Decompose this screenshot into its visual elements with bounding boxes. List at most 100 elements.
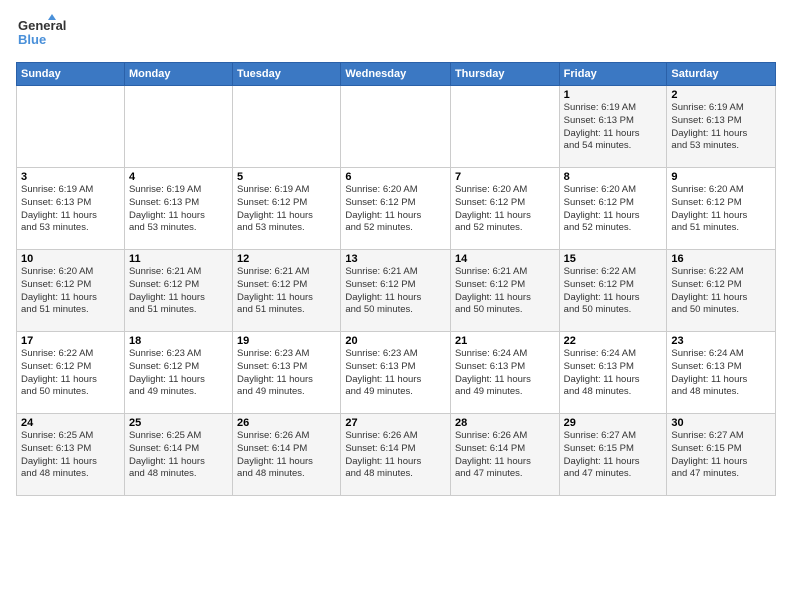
header: General Blue xyxy=(16,12,776,52)
day-number: 5 xyxy=(237,171,336,183)
day-number: 13 xyxy=(345,253,446,265)
day-info: Sunrise: 6:25 AM Sunset: 6:14 PM Dayligh… xyxy=(129,430,228,481)
day-info: Sunrise: 6:24 AM Sunset: 6:13 PM Dayligh… xyxy=(455,348,555,399)
day-number: 11 xyxy=(129,253,228,265)
day-cell: 18Sunrise: 6:23 AM Sunset: 6:12 PM Dayli… xyxy=(124,332,232,414)
header-cell-friday: Friday xyxy=(559,63,667,86)
day-number: 1 xyxy=(564,89,663,101)
day-cell: 10Sunrise: 6:20 AM Sunset: 6:12 PM Dayli… xyxy=(17,250,125,332)
day-number: 9 xyxy=(671,171,771,183)
day-number: 25 xyxy=(129,417,228,429)
day-cell xyxy=(17,86,125,168)
day-info: Sunrise: 6:26 AM Sunset: 6:14 PM Dayligh… xyxy=(237,430,336,481)
day-number: 8 xyxy=(564,171,663,183)
day-number: 22 xyxy=(564,335,663,347)
header-cell-monday: Monday xyxy=(124,63,232,86)
day-number: 28 xyxy=(455,417,555,429)
day-info: Sunrise: 6:19 AM Sunset: 6:13 PM Dayligh… xyxy=(564,102,663,153)
day-cell: 9Sunrise: 6:20 AM Sunset: 6:12 PM Daylig… xyxy=(667,168,776,250)
day-info: Sunrise: 6:20 AM Sunset: 6:12 PM Dayligh… xyxy=(21,266,120,317)
day-info: Sunrise: 6:27 AM Sunset: 6:15 PM Dayligh… xyxy=(564,430,663,481)
day-cell: 4Sunrise: 6:19 AM Sunset: 6:13 PM Daylig… xyxy=(124,168,232,250)
day-number: 19 xyxy=(237,335,336,347)
day-cell: 8Sunrise: 6:20 AM Sunset: 6:12 PM Daylig… xyxy=(559,168,667,250)
day-cell: 27Sunrise: 6:26 AM Sunset: 6:14 PM Dayli… xyxy=(341,414,451,496)
header-cell-tuesday: Tuesday xyxy=(233,63,341,86)
day-info: Sunrise: 6:22 AM Sunset: 6:12 PM Dayligh… xyxy=(564,266,663,317)
day-info: Sunrise: 6:19 AM Sunset: 6:13 PM Dayligh… xyxy=(21,184,120,235)
logo: General Blue xyxy=(16,12,86,52)
day-number: 12 xyxy=(237,253,336,265)
day-info: Sunrise: 6:26 AM Sunset: 6:14 PM Dayligh… xyxy=(345,430,446,481)
day-info: Sunrise: 6:20 AM Sunset: 6:12 PM Dayligh… xyxy=(455,184,555,235)
day-number: 16 xyxy=(671,253,771,265)
day-number: 15 xyxy=(564,253,663,265)
day-cell: 1Sunrise: 6:19 AM Sunset: 6:13 PM Daylig… xyxy=(559,86,667,168)
day-number: 14 xyxy=(455,253,555,265)
day-cell: 22Sunrise: 6:24 AM Sunset: 6:13 PM Dayli… xyxy=(559,332,667,414)
day-number: 24 xyxy=(21,417,120,429)
day-cell: 30Sunrise: 6:27 AM Sunset: 6:15 PM Dayli… xyxy=(667,414,776,496)
calendar-table: SundayMondayTuesdayWednesdayThursdayFrid… xyxy=(16,62,776,496)
day-cell: 28Sunrise: 6:26 AM Sunset: 6:14 PM Dayli… xyxy=(450,414,559,496)
day-number: 23 xyxy=(671,335,771,347)
day-info: Sunrise: 6:27 AM Sunset: 6:15 PM Dayligh… xyxy=(671,430,771,481)
week-row-0: 1Sunrise: 6:19 AM Sunset: 6:13 PM Daylig… xyxy=(17,86,776,168)
day-number: 7 xyxy=(455,171,555,183)
day-info: Sunrise: 6:21 AM Sunset: 6:12 PM Dayligh… xyxy=(129,266,228,317)
day-number: 21 xyxy=(455,335,555,347)
day-cell: 3Sunrise: 6:19 AM Sunset: 6:13 PM Daylig… xyxy=(17,168,125,250)
day-cell: 13Sunrise: 6:21 AM Sunset: 6:12 PM Dayli… xyxy=(341,250,451,332)
day-cell: 16Sunrise: 6:22 AM Sunset: 6:12 PM Dayli… xyxy=(667,250,776,332)
day-info: Sunrise: 6:21 AM Sunset: 6:12 PM Dayligh… xyxy=(455,266,555,317)
day-info: Sunrise: 6:19 AM Sunset: 6:12 PM Dayligh… xyxy=(237,184,336,235)
week-row-3: 17Sunrise: 6:22 AM Sunset: 6:12 PM Dayli… xyxy=(17,332,776,414)
day-cell: 21Sunrise: 6:24 AM Sunset: 6:13 PM Dayli… xyxy=(450,332,559,414)
header-cell-thursday: Thursday xyxy=(450,63,559,86)
day-info: Sunrise: 6:20 AM Sunset: 6:12 PM Dayligh… xyxy=(345,184,446,235)
day-cell: 15Sunrise: 6:22 AM Sunset: 6:12 PM Dayli… xyxy=(559,250,667,332)
day-number: 26 xyxy=(237,417,336,429)
day-cell: 20Sunrise: 6:23 AM Sunset: 6:13 PM Dayli… xyxy=(341,332,451,414)
day-info: Sunrise: 6:24 AM Sunset: 6:13 PM Dayligh… xyxy=(564,348,663,399)
day-info: Sunrise: 6:20 AM Sunset: 6:12 PM Dayligh… xyxy=(671,184,771,235)
day-cell xyxy=(124,86,232,168)
day-number: 27 xyxy=(345,417,446,429)
day-info: Sunrise: 6:22 AM Sunset: 6:12 PM Dayligh… xyxy=(21,348,120,399)
day-cell: 17Sunrise: 6:22 AM Sunset: 6:12 PM Dayli… xyxy=(17,332,125,414)
day-number: 30 xyxy=(671,417,771,429)
header-cell-sunday: Sunday xyxy=(17,63,125,86)
day-cell: 5Sunrise: 6:19 AM Sunset: 6:12 PM Daylig… xyxy=(233,168,341,250)
day-cell xyxy=(341,86,451,168)
day-cell: 14Sunrise: 6:21 AM Sunset: 6:12 PM Dayli… xyxy=(450,250,559,332)
day-cell: 29Sunrise: 6:27 AM Sunset: 6:15 PM Dayli… xyxy=(559,414,667,496)
day-cell: 11Sunrise: 6:21 AM Sunset: 6:12 PM Dayli… xyxy=(124,250,232,332)
day-info: Sunrise: 6:25 AM Sunset: 6:13 PM Dayligh… xyxy=(21,430,120,481)
day-cell: 2Sunrise: 6:19 AM Sunset: 6:13 PM Daylig… xyxy=(667,86,776,168)
day-info: Sunrise: 6:19 AM Sunset: 6:13 PM Dayligh… xyxy=(129,184,228,235)
main-container: General Blue SundayMondayTuesdayWednesda… xyxy=(0,0,792,508)
svg-text:General: General xyxy=(18,18,66,33)
day-cell: 12Sunrise: 6:21 AM Sunset: 6:12 PM Dayli… xyxy=(233,250,341,332)
day-number: 2 xyxy=(671,89,771,101)
day-info: Sunrise: 6:23 AM Sunset: 6:12 PM Dayligh… xyxy=(129,348,228,399)
day-cell: 25Sunrise: 6:25 AM Sunset: 6:14 PM Dayli… xyxy=(124,414,232,496)
day-number: 3 xyxy=(21,171,120,183)
week-row-4: 24Sunrise: 6:25 AM Sunset: 6:13 PM Dayli… xyxy=(17,414,776,496)
day-cell: 26Sunrise: 6:26 AM Sunset: 6:14 PM Dayli… xyxy=(233,414,341,496)
day-number: 10 xyxy=(21,253,120,265)
day-number: 20 xyxy=(345,335,446,347)
day-cell xyxy=(450,86,559,168)
day-number: 29 xyxy=(564,417,663,429)
day-info: Sunrise: 6:23 AM Sunset: 6:13 PM Dayligh… xyxy=(237,348,336,399)
day-cell: 24Sunrise: 6:25 AM Sunset: 6:13 PM Dayli… xyxy=(17,414,125,496)
week-row-1: 3Sunrise: 6:19 AM Sunset: 6:13 PM Daylig… xyxy=(17,168,776,250)
day-cell: 6Sunrise: 6:20 AM Sunset: 6:12 PM Daylig… xyxy=(341,168,451,250)
day-cell: 19Sunrise: 6:23 AM Sunset: 6:13 PM Dayli… xyxy=(233,332,341,414)
day-info: Sunrise: 6:26 AM Sunset: 6:14 PM Dayligh… xyxy=(455,430,555,481)
day-info: Sunrise: 6:23 AM Sunset: 6:13 PM Dayligh… xyxy=(345,348,446,399)
day-number: 17 xyxy=(21,335,120,347)
header-cell-wednesday: Wednesday xyxy=(341,63,451,86)
day-info: Sunrise: 6:20 AM Sunset: 6:12 PM Dayligh… xyxy=(564,184,663,235)
day-info: Sunrise: 6:22 AM Sunset: 6:12 PM Dayligh… xyxy=(671,266,771,317)
